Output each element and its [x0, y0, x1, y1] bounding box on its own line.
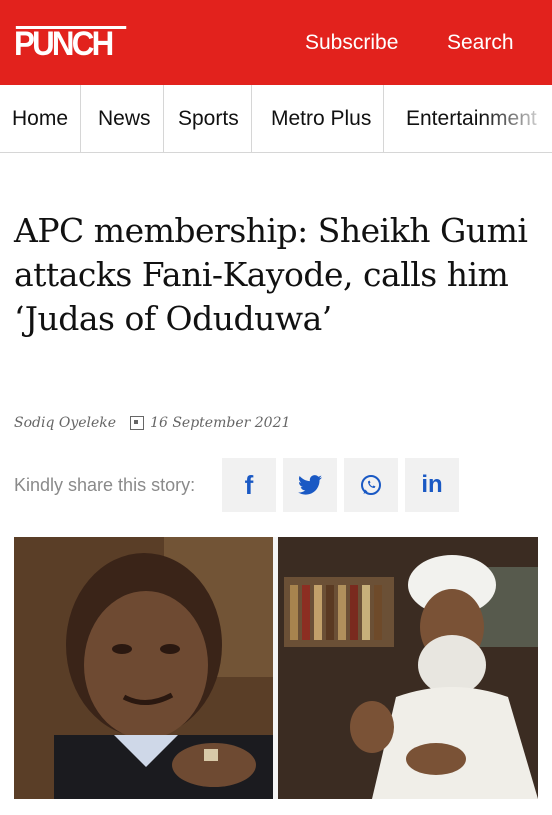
publish-date: 16 September 2021 — [150, 415, 291, 431]
article-image[interactable] — [14, 537, 538, 799]
left-portrait-illustration — [14, 537, 276, 799]
right-portrait-illustration — [276, 537, 538, 799]
author-name[interactable]: Sodiq Oyeleke — [14, 415, 116, 431]
linkedin-icon: in — [421, 471, 443, 498]
share-linkedin-button[interactable]: in — [405, 458, 459, 512]
nav-item-news[interactable]: News — [86, 85, 164, 152]
calendar-icon — [130, 416, 145, 430]
subscribe-link[interactable]: Subscribe — [305, 31, 398, 55]
site-header: PUNCH Subscribe Search — [0, 0, 552, 85]
nav-item-metro-plus[interactable]: Metro Plus — [259, 85, 385, 152]
main-nav: Home News Sports Metro Plus Entertainmen… — [0, 85, 552, 153]
facebook-icon: f — [244, 469, 254, 500]
whatsapp-icon — [361, 475, 381, 495]
share-label: Kindly share this story: — [14, 475, 196, 495]
share-facebook-button[interactable]: f — [222, 458, 276, 512]
logo-top-bar — [15, 26, 127, 29]
punch-logo[interactable]: PUNCH — [14, 24, 128, 64]
image-divider — [273, 537, 278, 799]
share-whatsapp-button[interactable] — [344, 458, 398, 512]
search-link[interactable]: Search — [447, 31, 514, 55]
nav-item-home[interactable]: Home — [0, 85, 82, 152]
article-byline: Sodiq Oyeleke 16 September 2021 — [14, 412, 290, 434]
article-title: APC membership: Sheikh Gumi attacks Fani… — [14, 211, 528, 338]
nav-item-sports[interactable]: Sports — [166, 85, 252, 152]
share-twitter-button[interactable] — [283, 458, 337, 512]
image-left-portrait — [14, 537, 276, 799]
twitter-icon — [298, 475, 322, 495]
image-right-portrait — [276, 537, 538, 799]
nav-scroll-fade — [482, 85, 552, 152]
logo-text: PUNCH — [14, 25, 114, 63]
